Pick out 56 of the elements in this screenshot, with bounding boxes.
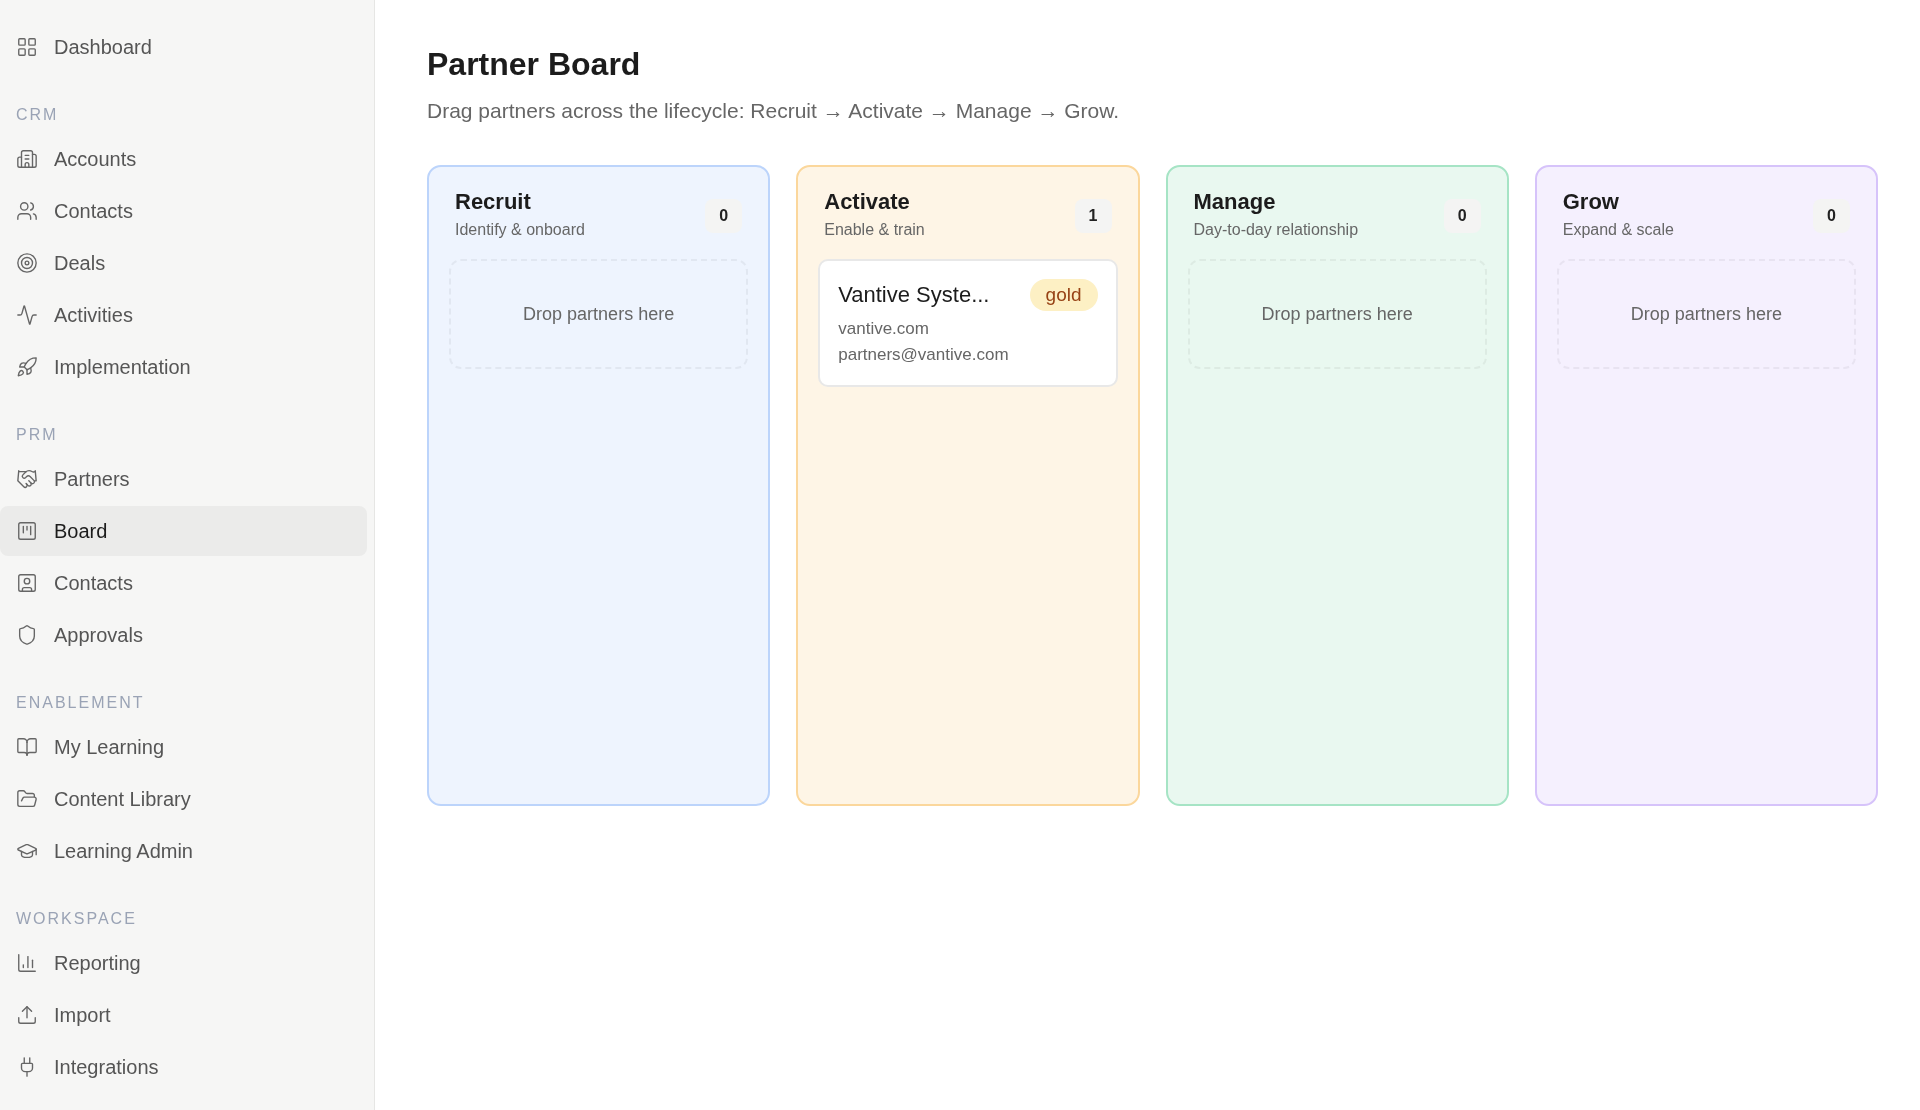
sidebar-item[interactable]: Board xyxy=(0,506,367,556)
column-subtitle: Enable & train xyxy=(824,221,925,239)
grid-icon xyxy=(16,36,38,58)
kanban-icon xyxy=(16,520,38,542)
count-badge: 0 xyxy=(1443,199,1481,233)
folder-icon xyxy=(16,788,38,810)
sidebar-item[interactable]: Approvals xyxy=(0,610,367,660)
partner-email: partners@vantive.com xyxy=(838,345,1010,365)
shield-icon xyxy=(16,624,38,646)
contact-card-icon xyxy=(16,572,38,594)
count-badge: 1 xyxy=(1074,199,1112,233)
sidebar-item[interactable]: Integrations xyxy=(0,1042,367,1092)
partner-name: Vantive Syste... xyxy=(838,282,990,308)
column-subtitle: Expand & scale xyxy=(1562,221,1674,239)
drop-zone: Drop partners here xyxy=(449,259,749,369)
page-subtitle: Drag partners across the lifecycle: Recruit → Activate → Manage → Grow. xyxy=(427,99,1121,123)
upload-icon xyxy=(16,1004,38,1026)
handshake-icon xyxy=(16,468,38,490)
sidebar-item[interactable]: Accounts xyxy=(0,134,367,184)
bar-chart-icon xyxy=(16,952,38,974)
drop-zone: Drop partners here xyxy=(1556,259,1856,369)
building-icon xyxy=(16,148,38,170)
sidebar-item[interactable]: Contacts xyxy=(0,558,367,608)
sidebar-item[interactable]: Implementation xyxy=(0,342,367,392)
section-heading: ENABLEMENT xyxy=(15,694,146,712)
column-subtitle: Day-to-day relationship xyxy=(1193,221,1359,239)
partner-domain: vantive.com xyxy=(838,319,930,339)
column-title: Activate xyxy=(824,189,911,215)
sidebar-item[interactable]: Deals xyxy=(0,238,367,288)
drop-zone: Drop partners here xyxy=(1187,259,1487,369)
column-title: Grow xyxy=(1562,189,1620,215)
pulse-icon xyxy=(16,304,38,326)
section-heading: CRM xyxy=(15,106,60,124)
sidebar-item[interactable]: Learning Admin xyxy=(0,826,367,876)
page-title: Partner Board xyxy=(427,46,642,83)
section-heading: WORKSPACE xyxy=(15,910,138,928)
sidebar-item[interactable]: Reporting xyxy=(0,938,367,988)
target-icon xyxy=(16,252,38,274)
sidebar-item[interactable]: Content Library xyxy=(0,774,367,824)
partner-card[interactable]: Vantive Syste... gold vantive.com partners@vantive.com xyxy=(818,259,1118,387)
sidebar-item[interactable]: Import xyxy=(0,990,367,1040)
sidebar-item[interactable]: My Learning xyxy=(0,722,367,772)
count-badge: 0 xyxy=(705,199,743,233)
rocket-icon xyxy=(16,356,38,378)
sidebar-item[interactable]: Partners xyxy=(0,454,367,504)
column-subtitle: Identify & onboard xyxy=(455,221,585,239)
section-heading: PRM xyxy=(15,426,59,444)
sidebar-item[interactable]: Activities xyxy=(0,290,367,340)
users-icon xyxy=(16,200,38,222)
column-title: Recruit xyxy=(455,189,532,215)
column-title: Manage xyxy=(1193,189,1277,215)
sidebar-item[interactable]: Dashboard xyxy=(0,22,367,72)
book-icon xyxy=(16,736,38,758)
sidebar-item[interactable]: Contacts xyxy=(0,186,367,236)
count-badge: 0 xyxy=(1813,199,1850,233)
tier-badge: gold xyxy=(1029,279,1098,311)
